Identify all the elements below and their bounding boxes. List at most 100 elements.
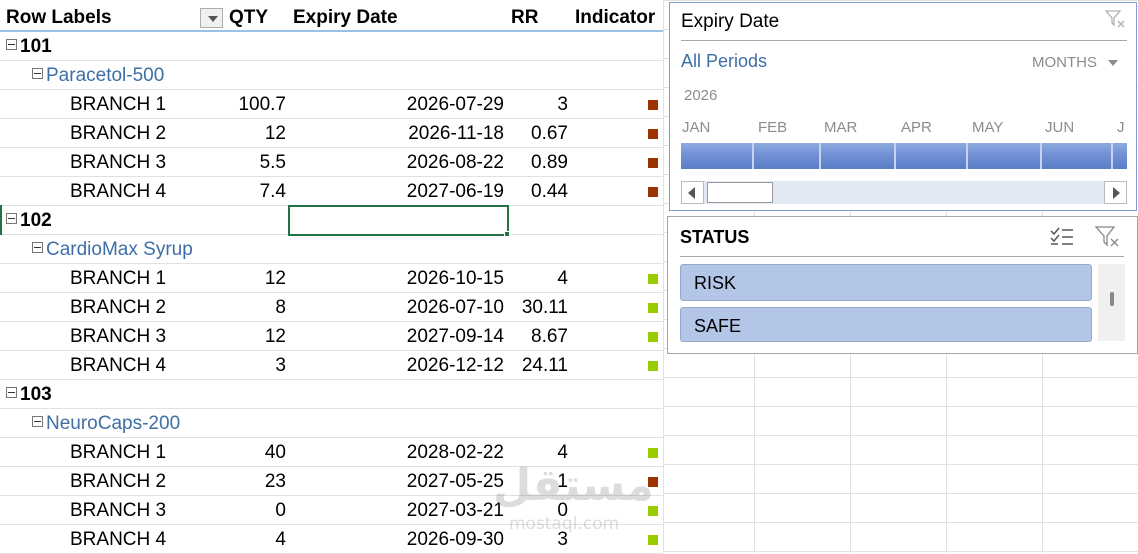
- timeline-period-bar[interactable]: [681, 143, 1127, 169]
- timeline-month-label: MAR: [824, 119, 858, 136]
- qty-cell: 7.4: [259, 181, 286, 202]
- timeline-month-label: APR: [901, 119, 932, 136]
- status-slicer-title: STATUS: [680, 227, 750, 247]
- collapse-toggle[interactable]: [6, 387, 17, 399]
- table-row[interactable]: BRANCH 4 7.4 2027-06-19 0.44: [0, 177, 663, 206]
- table-row[interactable]: BRANCH 3 12 2027-09-14 8.67: [0, 322, 663, 351]
- chevron-down-icon[interactable]: [1108, 60, 1118, 66]
- branch-label: BRANCH 4: [70, 529, 167, 550]
- branch-label: BRANCH 4: [70, 355, 167, 376]
- timeline-month-label: FEB: [758, 119, 788, 136]
- column-divider: [663, 0, 664, 553]
- status-item-safe[interactable]: SAFE: [680, 307, 1092, 342]
- timeline-separator: [681, 40, 1127, 41]
- qty-cell: 12: [264, 326, 286, 347]
- pivot-header-row: Row Labels QTY Expiry Date RR Indicator: [0, 3, 663, 32]
- rr-cell: 30.11: [521, 297, 568, 318]
- rr-cell: 0.89: [531, 152, 568, 173]
- branch-label: BRANCH 3: [70, 326, 167, 347]
- qty-cell: 3: [275, 355, 286, 376]
- collapse-toggle[interactable]: [32, 416, 43, 428]
- table-row[interactable]: BRANCH 2 8 2026-07-10 30.11: [0, 293, 663, 322]
- branch-label: BRANCH 2: [70, 471, 167, 492]
- expiry-date-cell: 2026-12-12: [406, 355, 504, 376]
- collapse-toggle[interactable]: [32, 242, 43, 254]
- clear-filter-icon[interactable]: [1094, 225, 1122, 249]
- expiry-date-cell: 2026-07-10: [406, 297, 504, 318]
- status-separator: [680, 256, 1124, 257]
- scrollbar-thumb[interactable]: [707, 182, 773, 203]
- timeline-month-divider: [752, 143, 754, 169]
- status-item-risk[interactable]: RISK: [680, 264, 1092, 301]
- status-slicer[interactable]: STATUS RISK SAFE: [667, 216, 1138, 354]
- qty-header: QTY: [229, 7, 269, 28]
- table-row[interactable]: BRANCH 1 12 2026-10-15 4: [0, 264, 663, 293]
- qty-cell: 12: [264, 123, 286, 144]
- qty-cell: 40: [264, 442, 286, 463]
- indicator-square: [648, 303, 658, 313]
- collapse-toggle[interactable]: [6, 39, 17, 51]
- expiry-date-cell: 2026-07-29: [406, 94, 504, 115]
- table-row[interactable]: BRANCH 4 3 2026-12-12 24.11: [0, 351, 663, 380]
- expiry-date-cell: 2026-10-15: [406, 268, 504, 289]
- timeline-month-divider: [966, 143, 968, 169]
- table-row[interactable]: BRANCH 3 5.5 2026-08-22 0.89: [0, 148, 663, 177]
- row-labels-header: Row Labels: [6, 7, 112, 28]
- qty-cell: 8: [275, 297, 286, 318]
- timeline-month-divider: [819, 143, 821, 169]
- expiry-date-header: Expiry Date: [293, 7, 398, 28]
- qty-cell: 100.7: [238, 94, 286, 115]
- time-level-selector[interactable]: MONTHS: [1032, 54, 1097, 71]
- qty-cell: 12: [264, 268, 286, 289]
- group-label: 101: [20, 36, 52, 57]
- all-periods-label: All Periods: [681, 51, 768, 71]
- scrollbar-thumb[interactable]: [1110, 292, 1114, 306]
- product-row: NeuroCaps-200: [0, 409, 663, 438]
- rr-cell: 0.67: [531, 123, 568, 144]
- branch-label: BRANCH 1: [70, 442, 167, 463]
- group-row: 103: [0, 380, 663, 409]
- indicator-square: [648, 361, 658, 371]
- timeline-month-labels: JAN FEB MAR APR MAY JUN J: [682, 119, 1128, 139]
- expiry-date-timeline[interactable]: Expiry Date All Periods MONTHS 2026 JAN F…: [669, 2, 1137, 211]
- scroll-right-arrow-icon[interactable]: [1104, 181, 1127, 204]
- multi-select-icon[interactable]: [1048, 225, 1076, 249]
- indicator-square: [648, 158, 658, 168]
- expiry-date-cell: 2026-08-22: [406, 152, 504, 173]
- indicator-square: [648, 448, 658, 458]
- group-label: 103: [20, 384, 52, 405]
- product-row: CardioMax Syrup: [0, 235, 663, 264]
- rr-cell: 4: [557, 268, 568, 289]
- timeline-month-label: JUN: [1045, 119, 1075, 136]
- collapse-toggle[interactable]: [32, 68, 43, 80]
- rr-cell: 0.44: [531, 181, 568, 202]
- branch-label: BRANCH 4: [70, 181, 167, 202]
- clear-filter-icon[interactable]: [1104, 9, 1126, 29]
- table-row[interactable]: BRANCH 1 100.7 2026-07-29 3: [0, 90, 663, 119]
- branch-label: BRANCH 1: [70, 268, 167, 289]
- watermark-arabic: مستقل: [493, 460, 654, 511]
- branch-label: BRANCH 2: [70, 123, 167, 144]
- row-labels-filter-button[interactable]: [200, 8, 223, 28]
- rr-cell: 3: [557, 94, 568, 115]
- collapse-toggle[interactable]: [6, 213, 17, 225]
- qty-cell: 4: [275, 529, 286, 550]
- timeline-month-label: J: [1117, 119, 1125, 136]
- indicator-square: [648, 100, 658, 110]
- timeline-scrollbar[interactable]: [681, 181, 1127, 204]
- branch-label: BRANCH 1: [70, 94, 167, 115]
- selected-cell[interactable]: [288, 205, 509, 236]
- watermark-latin: mostaql.com: [509, 514, 620, 534]
- timeline-month-label: JAN: [682, 119, 711, 136]
- rr-cell: 24.11: [521, 355, 568, 376]
- timeline-title: Expiry Date: [681, 11, 780, 32]
- indicator-header: Indicator: [575, 7, 656, 28]
- status-scrollbar[interactable]: [1098, 264, 1125, 341]
- scroll-left-arrow-icon[interactable]: [681, 181, 704, 204]
- fill-handle[interactable]: [504, 231, 510, 237]
- expiry-date-cell: 2027-06-19: [406, 181, 504, 202]
- indicator-square: [648, 535, 658, 545]
- timeline-month-divider: [1040, 143, 1042, 169]
- table-row[interactable]: BRANCH 2 12 2026-11-18 0.67: [0, 119, 663, 148]
- expiry-date-cell: 2027-09-14: [406, 326, 504, 347]
